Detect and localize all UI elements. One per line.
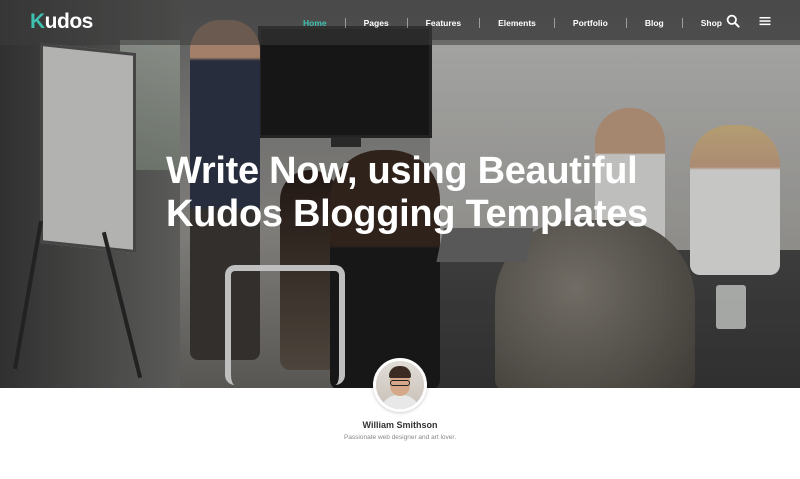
avatar-hair bbox=[389, 366, 411, 378]
top-navbar: Kudos Home Pages Features Elements Portf… bbox=[0, 0, 800, 45]
nav-divider bbox=[406, 17, 408, 28]
nav-divider bbox=[479, 17, 481, 28]
hero-headline-line2: Kudos Blogging Templates bbox=[166, 193, 648, 235]
nav-divider bbox=[344, 17, 346, 28]
logo-initial: K bbox=[30, 10, 45, 33]
nav-item-home[interactable]: Home bbox=[303, 18, 327, 28]
nav-divider bbox=[625, 17, 627, 28]
author-avatar[interactable] bbox=[373, 358, 427, 412]
logo-text: udos bbox=[44, 10, 94, 33]
author-bio: Passionate web designer and art lover. bbox=[343, 434, 456, 441]
nav-item-elements[interactable]: Elements bbox=[498, 18, 536, 28]
nav-item-pages[interactable]: Pages bbox=[364, 18, 389, 28]
site-logo[interactable]: Kudos bbox=[30, 10, 93, 34]
nav-item-shop[interactable]: Shop bbox=[701, 18, 722, 28]
nav-item-portfolio[interactable]: Portfolio bbox=[573, 18, 608, 28]
nav-icon-group bbox=[726, 14, 772, 28]
nav-divider bbox=[681, 17, 683, 28]
avatar-glasses bbox=[390, 380, 410, 386]
nav-divider bbox=[553, 17, 555, 28]
author-name[interactable]: William Smithson bbox=[0, 420, 800, 430]
menu-icon[interactable] bbox=[758, 14, 772, 28]
main-nav: Home Pages Features Elements Portfolio B… bbox=[303, 0, 722, 45]
hero-headline: Write Now, using Beautiful Kudos Bloggin… bbox=[166, 150, 686, 236]
hero-headline-line1: Write Now, using Beautiful bbox=[166, 150, 638, 192]
search-icon[interactable] bbox=[726, 14, 740, 28]
nav-item-blog[interactable]: Blog bbox=[645, 18, 664, 28]
nav-item-features[interactable]: Features bbox=[426, 18, 461, 28]
